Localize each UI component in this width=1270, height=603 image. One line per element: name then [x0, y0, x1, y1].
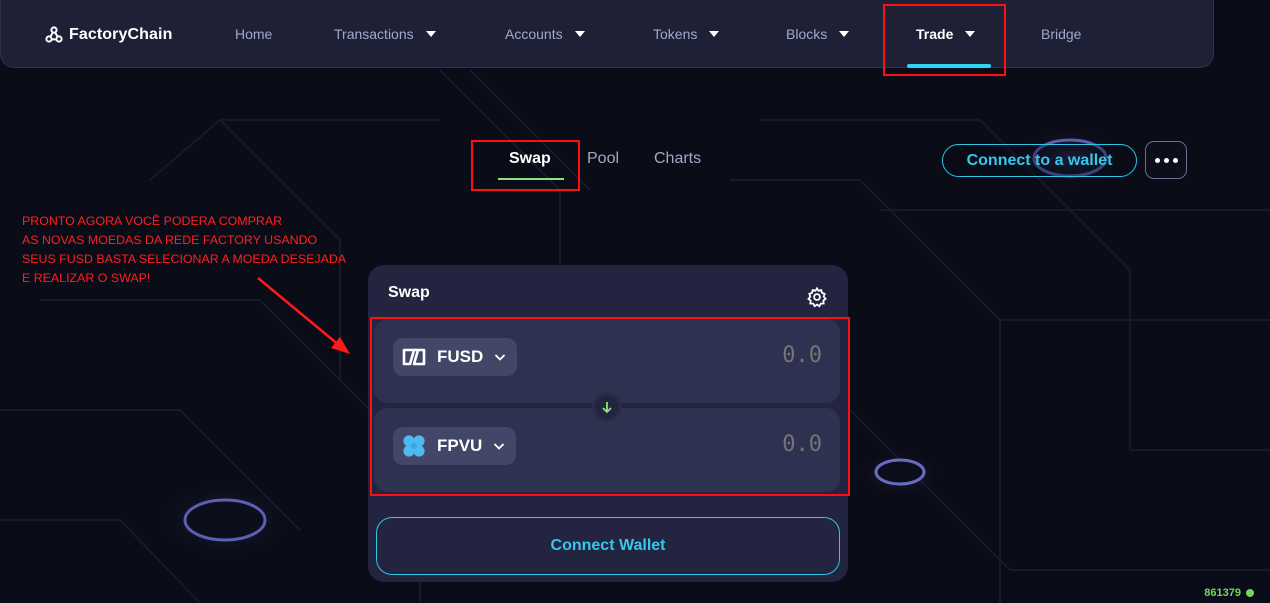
nav-blocks[interactable]: Blocks — [786, 26, 850, 42]
logo[interactable]: FactoryChain — [45, 26, 172, 44]
annotation-line: PRONTO AGORA VOCÊ PODERA COMPRAR — [22, 214, 283, 228]
from-amount-input[interactable] — [702, 343, 822, 368]
active-nav-indicator — [907, 64, 991, 68]
nav-trade-label: Trade — [916, 26, 954, 42]
annotation-line: SEUS FUSD BASTA SELECIONAR A MOEDA DESEJ… — [22, 252, 347, 266]
caret-down-icon — [839, 31, 850, 37]
block-number: 861379 — [1204, 587, 1241, 599]
logo-text: FactoryChain — [69, 26, 173, 43]
annotation-text: PRONTO AGORA VOCÊ PODERA COMPRAR AS NOVA… — [22, 212, 382, 288]
nav-bridge-label: Bridge — [1041, 26, 1082, 42]
active-tab-indicator — [498, 178, 564, 180]
factorychain-logo-icon — [45, 26, 63, 43]
swap-card: Swap FUSD 0.0 FPVU 0.0 Connect Wallet — [368, 265, 848, 582]
tab-pool[interactable]: Pool — [587, 150, 619, 168]
fusd-logo-icon — [402, 348, 426, 366]
nav-home-label: Home — [235, 26, 273, 42]
to-token-selector[interactable]: FPVU — [393, 427, 517, 465]
chevron-down-icon — [495, 354, 506, 361]
from-token-selector[interactable]: FUSD — [393, 338, 518, 376]
nav-trade[interactable]: Trade — [916, 26, 976, 42]
top-navigation-bar: FactoryChain Home Transactions Accounts … — [0, 0, 1214, 68]
connect-wallet-button[interactable]: Connect Wallet — [376, 517, 840, 575]
caret-down-icon — [425, 31, 436, 37]
tab-charts[interactable]: Charts — [654, 150, 701, 168]
arrow-down-icon — [602, 402, 612, 414]
switch-direction-button[interactable] — [592, 392, 622, 422]
nav-transactions[interactable]: Transactions — [334, 26, 436, 42]
nav-accounts[interactable]: Accounts — [505, 26, 585, 42]
swap-from-field: FUSD — [374, 319, 840, 403]
swap-card-title: Swap — [388, 284, 430, 301]
from-token-name: FUSD — [437, 347, 484, 366]
to-token-name: FPVU — [437, 436, 483, 455]
nav-transactions-label: Transactions — [334, 26, 414, 42]
nav-blocks-label: Blocks — [786, 26, 828, 42]
caret-down-icon — [965, 31, 976, 37]
caret-down-icon — [574, 31, 585, 37]
annotation-line: AS NOVAS MOEDAS DA REDE FACTORY USANDO — [22, 233, 318, 247]
block-number-indicator: 861379 — [1204, 587, 1254, 599]
ellipsis-icon — [1154, 157, 1178, 163]
fpvu-clover-icon — [403, 435, 425, 457]
status-dot-icon — [1246, 589, 1254, 597]
nav-tokens[interactable]: Tokens — [653, 26, 720, 42]
caret-down-icon — [709, 31, 720, 37]
nav-tokens-label: Tokens — [653, 26, 698, 42]
nav-home[interactable]: Home — [235, 26, 272, 42]
annotation-line: E REALIZAR O SWAP! — [22, 271, 151, 285]
to-amount-input[interactable] — [702, 432, 822, 457]
connect-to-wallet-button[interactable]: Connect to a wallet — [942, 144, 1137, 177]
more-options-button[interactable] — [1145, 141, 1187, 179]
gear-icon[interactable] — [806, 286, 828, 308]
tab-swap[interactable]: Swap — [509, 150, 551, 168]
nav-bridge[interactable]: Bridge — [1041, 26, 1081, 42]
chevron-down-icon — [494, 443, 505, 450]
nav-accounts-label: Accounts — [505, 26, 563, 42]
